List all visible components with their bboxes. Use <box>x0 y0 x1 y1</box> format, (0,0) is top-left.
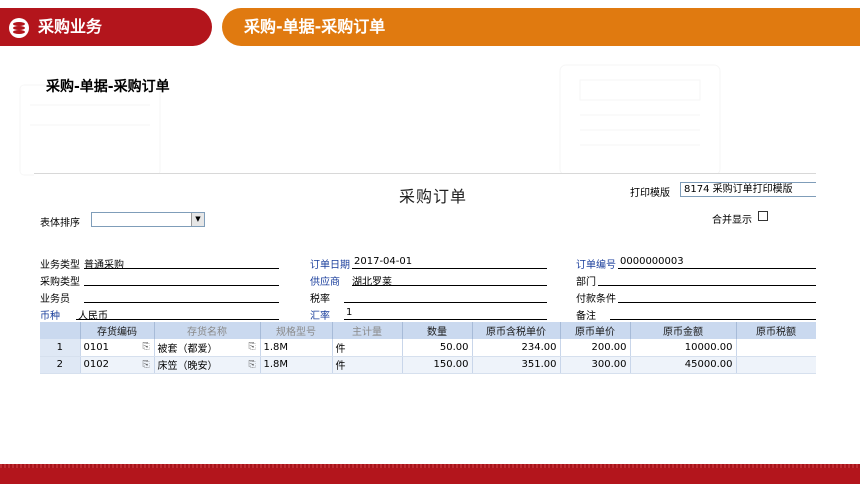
col-header-amount[interactable]: 原币金额 <box>630 322 737 339</box>
payment-terms-underline[interactable] <box>618 302 816 303</box>
tax-rate-label: 税率 <box>310 294 330 305</box>
col-header-price[interactable]: 原币单价 <box>560 322 631 339</box>
remark-label: 备注 <box>576 311 596 322</box>
dept-underline[interactable] <box>598 285 816 286</box>
exchange-rate-underline <box>344 319 547 320</box>
cell-price[interactable]: 200.00 <box>560 339 631 357</box>
order-detail-grid: 存货编码 存货名称 规格型号 主计量 数量 原币含税单价 原币单价 原币金额 原… <box>40 322 816 374</box>
col-header-code[interactable]: 存货编码 <box>80 322 155 339</box>
paperclip-icon[interactable]: ⎘ <box>249 342 257 352</box>
cell-qty[interactable]: 150.00 <box>402 356 473 374</box>
cell-name[interactable]: 床笠（晚安） ⎘ <box>154 356 261 374</box>
purchase-type-label: 采购类型 <box>40 277 80 288</box>
payment-terms-label: 付款条件 <box>576 294 616 305</box>
order-date-label: 订单日期 <box>310 260 350 271</box>
col-header-spec[interactable]: 规格型号 <box>260 322 333 339</box>
col-header-tax-price[interactable]: 原币含税单价 <box>472 322 561 339</box>
supplier-underline <box>352 285 547 286</box>
print-template-field[interactable]: 8174 采购订单打印模版 <box>680 182 816 197</box>
exchange-rate-value[interactable]: 1 <box>346 307 352 318</box>
header-right-title: 采购-单据-采购订单 <box>244 17 386 36</box>
cell-tax[interactable] <box>736 339 816 357</box>
salesman-label: 业务员 <box>40 294 70 305</box>
page-title: 采购-单据-采购订单 <box>46 79 170 95</box>
dept-label: 部门 <box>576 277 596 288</box>
biz-type-underline <box>84 268 279 269</box>
cell-name-text: 床笠（晚安） <box>157 361 218 372</box>
col-header-qty[interactable]: 数量 <box>402 322 473 339</box>
sort-select[interactable]: ▼ <box>91 212 205 227</box>
stacked-coins-icon <box>9 18 29 38</box>
cell-amount[interactable]: 45000.00 <box>630 356 737 374</box>
cell-tax[interactable] <box>736 356 816 374</box>
table-row[interactable]: 2 0102 ⎘ 床笠（晚安） ⎘ 1.8M 件 150.00 351.00 300… <box>40 356 816 374</box>
merge-display-checkbox[interactable] <box>758 211 768 221</box>
cell-code[interactable]: 0102 ⎘ <box>80 356 155 374</box>
purchase-order-form: 采购订单 打印模版 8174 采购订单打印模版 表体排序 ▼ 合并显示 业务类型… <box>34 173 816 378</box>
salesman-underline[interactable] <box>84 302 279 303</box>
supplier-label: 供应商 <box>310 277 340 288</box>
cell-unit[interactable]: 件 <box>332 339 403 357</box>
cell-tax-price[interactable]: 234.00 <box>472 339 561 357</box>
dropdown-arrow-icon[interactable]: ▼ <box>191 213 204 226</box>
sort-label: 表体排序 <box>40 218 80 229</box>
row-index: 1 <box>40 339 81 357</box>
order-no-label: 订单编号 <box>576 260 616 271</box>
cell-spec[interactable]: 1.8M <box>260 356 333 374</box>
cell-code-text: 0102 <box>83 359 109 370</box>
cell-tax-price[interactable]: 351.00 <box>472 356 561 374</box>
currency-label: 币种 <box>40 311 60 322</box>
form-title: 采购订单 <box>399 187 468 206</box>
col-header-unit[interactable]: 主计量 <box>332 322 403 339</box>
order-date-underline <box>352 268 547 269</box>
tax-rate-underline[interactable] <box>344 302 547 303</box>
order-no-value[interactable]: 0000000003 <box>620 256 684 267</box>
biz-type-label: 业务类型 <box>40 260 80 271</box>
cell-code-text: 0101 <box>83 341 109 353</box>
header-left-banner: 采购业务 <box>0 8 212 46</box>
cell-name-text: 被套（都爱） <box>157 343 218 355</box>
col-header-index <box>40 322 81 339</box>
cell-amount[interactable]: 10000.00 <box>630 339 737 357</box>
row-index: 2 <box>40 356 81 374</box>
grid-header-row: 存货编码 存货名称 规格型号 主计量 数量 原币含税单价 原币单价 原币金额 原… <box>40 322 816 339</box>
paperclip-icon[interactable]: ⎘ <box>143 360 151 370</box>
cell-code[interactable]: 0101 ⎘ <box>80 339 155 357</box>
currency-underline <box>76 319 279 320</box>
cell-name[interactable]: 被套（都爱） ⎘ <box>154 339 261 357</box>
col-header-tax[interactable]: 原币税额 <box>736 322 816 339</box>
order-date-value[interactable]: 2017-04-01 <box>354 256 412 267</box>
purchase-type-underline[interactable] <box>84 285 279 286</box>
remark-underline[interactable] <box>610 319 816 320</box>
cell-qty[interactable]: 50.00 <box>402 339 473 357</box>
footer-decoration <box>0 464 860 468</box>
table-row[interactable]: 1 0101 ⎘ 被套（都爱） ⎘ 1.8M 件 50.00 234.00 200.… <box>40 339 816 357</box>
header-right-banner: 采购-单据-采购订单 <box>222 8 860 46</box>
paperclip-icon[interactable]: ⎘ <box>143 342 151 352</box>
order-no-underline <box>618 268 816 269</box>
cell-unit[interactable]: 件 <box>332 356 403 374</box>
merge-display-label: 合并显示 <box>712 215 752 226</box>
header-left-title: 采购业务 <box>38 17 103 36</box>
cell-spec[interactable]: 1.8M <box>260 339 333 357</box>
exchange-rate-label: 汇率 <box>310 311 330 322</box>
paperclip-icon[interactable]: ⎘ <box>249 360 257 370</box>
col-header-name[interactable]: 存货名称 <box>154 322 261 339</box>
cell-price[interactable]: 300.00 <box>560 356 631 374</box>
print-template-label: 打印模版 <box>630 188 670 199</box>
